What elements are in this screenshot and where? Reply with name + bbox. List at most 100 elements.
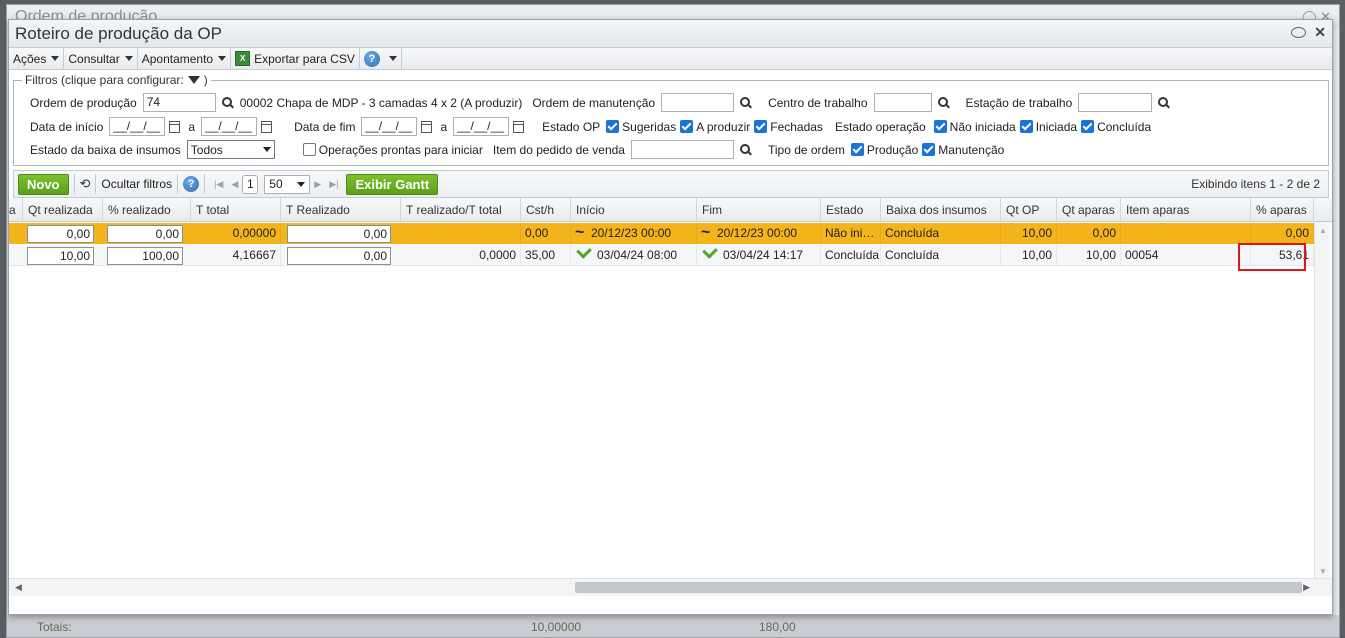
scroll-right-icon[interactable]: ▶ (1303, 582, 1310, 593)
last-page-icon[interactable]: ▶| (329, 179, 338, 190)
help-icon[interactable]: ? (183, 176, 200, 192)
column-header[interactable]: Qt aparas (1057, 198, 1121, 222)
column-header[interactable]: T Realizado (281, 198, 401, 222)
item-aparas-cell: 00054 (1121, 245, 1251, 266)
column-header[interactable]: % aparas (1251, 198, 1314, 222)
item-pedido-field[interactable] (630, 140, 734, 159)
menu-apontamento[interactable]: Apontamento (138, 47, 232, 70)
new-button[interactable]: Novo (18, 173, 69, 195)
scroll-up-icon[interactable]: ▲ (1319, 226, 1327, 235)
data-inicio-to-field[interactable]: __/__/__ (201, 117, 258, 136)
vertical-scrollbar[interactable]: ▲ ▼ (1314, 222, 1330, 596)
calendar-icon[interactable] (261, 120, 273, 133)
calendar-icon[interactable] (513, 120, 525, 133)
menu-acoes[interactable]: Ações (9, 47, 65, 70)
data-inicio-from-field[interactable]: __/__/__ (109, 117, 166, 136)
estado-baixa-select[interactable]: Todos (186, 140, 275, 159)
estacao-trabalho-field[interactable] (1078, 93, 1153, 112)
scrollbar-thumb[interactable] (575, 582, 1302, 593)
checkbox-checked-icon (850, 143, 864, 156)
t-realizado-input[interactable]: 0,00 (287, 247, 391, 265)
column-header[interactable]: Fim (697, 198, 821, 222)
export-csv-button[interactable]: X Exportar para CSV (231, 47, 360, 70)
table-row[interactable]: 10,00 100,00 4,16667 0,00 0,0000 35,00 0… (9, 245, 1314, 266)
t-total-cell: 0,00000 (191, 223, 281, 244)
column-header[interactable]: Estado (821, 198, 881, 222)
help-menu[interactable]: ? (360, 47, 402, 70)
qt-aparas-cell: 0,00 (1057, 223, 1121, 244)
estado-op-label: Estado OP (542, 119, 601, 134)
refresh-icon[interactable]: ⟲ (80, 176, 91, 192)
t-realizado-input[interactable]: 0,00 (287, 225, 391, 243)
checkbox-checked-icon (606, 120, 620, 133)
baixa-cell: Concluída (881, 223, 1001, 244)
prev-page-icon[interactable]: ◀ (231, 179, 238, 190)
close-icon[interactable]: ✕ (1314, 25, 1326, 39)
chevron-down-icon (218, 56, 227, 61)
comment-icon[interactable] (1291, 26, 1307, 38)
search-icon[interactable] (1158, 96, 1170, 109)
calendar-icon[interactable] (169, 120, 181, 133)
inicio-value: 03/04/24 08:00 (597, 248, 678, 262)
filters-legend[interactable]: Filtros (clique para configurar: ) (22, 73, 211, 87)
qt-realizada-input[interactable]: 0,00 (27, 225, 94, 243)
chevron-down-icon (388, 56, 397, 61)
excel-icon: X (235, 51, 251, 66)
page-number-field[interactable]: 1 (242, 174, 259, 194)
search-icon[interactable] (739, 143, 752, 156)
in-progress-icon: ~ (701, 224, 711, 241)
checkbox-checked-icon (754, 120, 768, 133)
horizontal-scrollbar[interactable]: ◀ ▶ (9, 578, 1332, 596)
estado-operacao-nao-iniciada-checkbox[interactable]: Não iniciada (933, 120, 1016, 134)
data-fim-to-field[interactable]: __/__/__ (453, 117, 510, 136)
ordem-producao-field[interactable]: 74 (142, 93, 216, 112)
table-row[interactable]: 0,00 0,00 0,00000 0,00 0,00 ~20/12/23 00… (9, 223, 1314, 244)
calendar-icon[interactable] (421, 120, 433, 133)
show-gantt-button[interactable]: Exibir Gantt (346, 173, 439, 195)
column-header[interactable]: % realizado (103, 198, 191, 222)
fim-value: 20/12/23 00:00 (717, 226, 798, 240)
routing-dialog: Roteiro de produção da OP ✕ Ações Consul… (8, 19, 1333, 615)
search-icon[interactable] (221, 96, 234, 109)
data-fim-from-field[interactable]: __/__/__ (361, 117, 418, 136)
column-header[interactable]: Item aparas (1121, 198, 1251, 222)
column-header[interactable]: T realizado/T total (401, 198, 521, 222)
funnel-icon[interactable] (187, 76, 200, 84)
estado-operacao-concluida-checkbox[interactable]: Concluída (1081, 120, 1151, 134)
annotation-highlight-box (1238, 243, 1306, 271)
centro-trabalho-field[interactable] (873, 93, 932, 112)
search-icon[interactable] (740, 96, 752, 109)
column-header[interactable]: Qt OP (1001, 198, 1057, 222)
page-size-select[interactable]: 50 (264, 174, 311, 194)
tipo-ordem-producao-checkbox[interactable]: Produção (850, 142, 919, 157)
checkbox-checked-icon (1019, 120, 1033, 133)
ordem-manutencao-field[interactable] (661, 93, 735, 112)
next-page-icon[interactable]: ▶ (314, 179, 321, 190)
t-ratio-cell: 0,0000 (401, 245, 521, 266)
column-header[interactable]: T total (191, 198, 281, 222)
column-header[interactable]: Baixa dos insumos (881, 198, 1001, 222)
operacoes-prontas-checkbox[interactable]: Operações prontas para iniciar (302, 142, 483, 157)
qt-realizada-input[interactable]: 10,00 (27, 247, 94, 265)
menu-consultar[interactable]: Consultar (64, 47, 138, 70)
pct-aparas-cell: 0,00 (1251, 223, 1314, 244)
checkbox-label: Operações prontas para iniciar (318, 142, 483, 157)
chevron-down-icon (51, 56, 60, 61)
pct-realizado-input[interactable]: 100,00 (107, 247, 183, 265)
scroll-left-icon[interactable]: ◀ (15, 582, 22, 593)
column-header[interactable]: Cst/h (521, 198, 571, 222)
estado-operacao-iniciada-checkbox[interactable]: Iniciada (1019, 120, 1077, 134)
hide-filters-button[interactable]: Ocultar filtros (101, 177, 172, 191)
column-header[interactable]: Início (571, 198, 697, 222)
pct-realizado-input[interactable]: 0,00 (107, 225, 183, 243)
scroll-down-icon[interactable]: ▼ (1319, 567, 1327, 576)
estado-op-sugeridas-checkbox[interactable]: Sugeridas (606, 120, 676, 134)
column-header[interactable]: Qt realizada (23, 198, 103, 222)
estado-op-fechadas-checkbox[interactable]: Fechadas (754, 120, 823, 134)
estado-op-a-produzir-checkbox[interactable]: A produzir (680, 120, 750, 134)
checkbox-label: Produção (866, 142, 919, 157)
first-page-icon[interactable]: |◀ (214, 179, 223, 190)
search-icon[interactable] (937, 96, 950, 109)
tipo-ordem-manutencao-checkbox[interactable]: Manutenção (922, 143, 1004, 157)
column-header[interactable]: a (9, 198, 23, 222)
